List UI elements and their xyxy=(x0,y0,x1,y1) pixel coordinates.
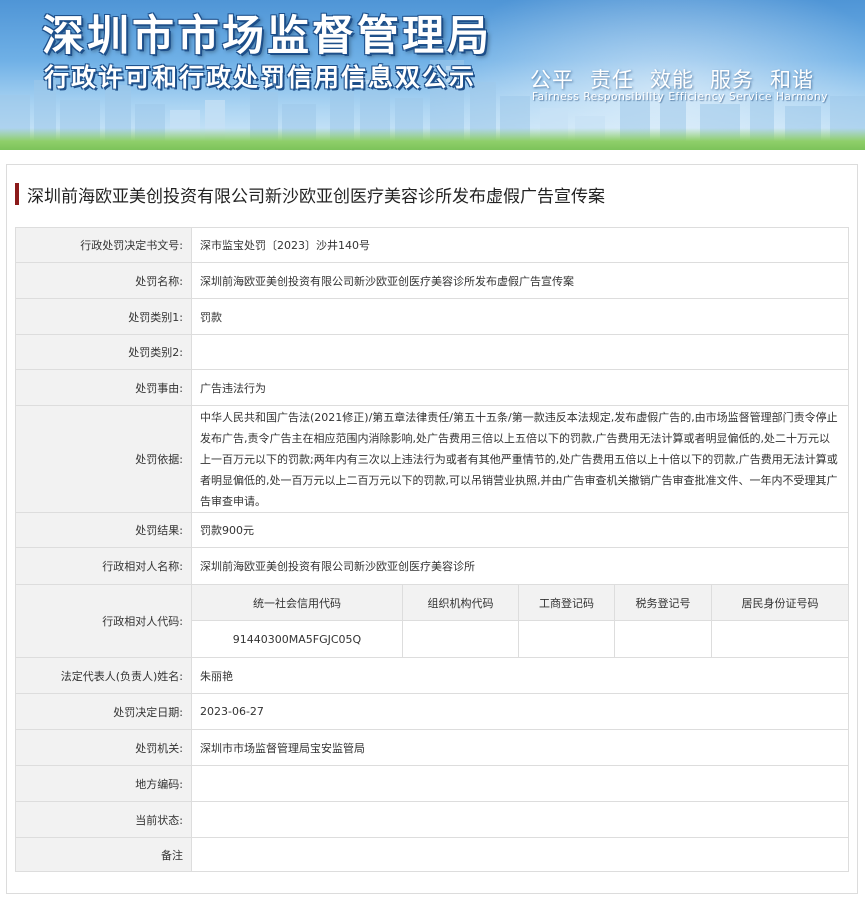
code-header-tax: 税务登记号 xyxy=(614,584,712,621)
table-row: 法定代表人(负责人)姓名: 朱丽艳 xyxy=(15,657,850,694)
code-value-tax xyxy=(614,620,712,658)
category1-value: 罚款 xyxy=(190,298,850,335)
category1-label: 处罚类别1: xyxy=(15,298,192,335)
table-row: 处罚结果: 罚款900元 xyxy=(15,512,850,548)
case-title: 深圳前海欧亚美创投资有限公司新沙欧亚创医疗美容诊所发布虚假广告宣传案 xyxy=(15,183,605,207)
motto-en: Fairness Responsibility Efficiency Servi… xyxy=(532,91,829,103)
table-row: 行政相对人代码: 统一社会信用代码 组织机构代码 工商登记码 税务登记号 居民身… xyxy=(15,584,850,658)
code-value-org xyxy=(402,620,519,658)
motto-cn: 公平 责任 效能 服务 和谐 xyxy=(530,64,814,94)
motto-word: 服务 xyxy=(710,68,754,92)
decision-no-label: 行政处罚决定书文号: xyxy=(15,227,192,263)
table-row: 处罚决定日期: 2023-06-27 xyxy=(15,693,850,730)
code-header-credit: 统一社会信用代码 xyxy=(191,584,403,621)
code-value-id xyxy=(710,620,850,658)
motto-word: 公平 xyxy=(530,68,574,92)
code-header-business: 工商登记码 xyxy=(518,584,615,621)
status-value xyxy=(190,801,850,838)
table-row: 当前状态: xyxy=(15,801,850,838)
decision-no-value: 深市监宝处罚〔2023〕沙井140号 xyxy=(190,227,850,263)
table-row: 处罚事由: 广告违法行为 xyxy=(15,369,850,406)
authority-value: 深圳市市场监督管理局宝安监管局 xyxy=(190,729,850,766)
table-row: 处罚依据: 中华人民共和国广告法(2021修正)/第五章法律责任/第五十五条/第… xyxy=(15,405,850,513)
result-label: 处罚结果: xyxy=(15,512,192,548)
motto-word: 责任 xyxy=(590,68,634,92)
category2-label: 处罚类别2: xyxy=(15,334,192,370)
party-name-label: 行政相对人名称: xyxy=(15,547,192,585)
party-name-value: 深圳前海欧亚美创投资有限公司新沙欧亚创医疗美容诊所 xyxy=(190,547,850,585)
case-info-table: 行政处罚决定书文号: 深市监宝处罚〔2023〕沙井140号 处罚名称: 深圳前海… xyxy=(15,227,850,872)
table-row: 处罚类别2: xyxy=(15,334,850,370)
case-detail-panel: 深圳前海欧亚美创投资有限公司新沙欧亚创医疗美容诊所发布虚假广告宣传案 行政处罚决… xyxy=(6,164,858,894)
table-row: 处罚机关: 深圳市市场监督管理局宝安监管局 xyxy=(15,729,850,766)
penalty-name-value: 深圳前海欧亚美创投资有限公司新沙欧亚创医疗美容诊所发布虚假广告宣传案 xyxy=(190,262,850,299)
legal-rep-label: 法定代表人(负责人)姓名: xyxy=(15,657,192,694)
basis-value: 中华人民共和国广告法(2021修正)/第五章法律责任/第五十五条/第一款违反本法… xyxy=(190,405,850,513)
site-title: 深圳市市场监督管理局 xyxy=(42,11,493,60)
table-row: 处罚名称: 深圳前海欧亚美创投资有限公司新沙欧亚创医疗美容诊所发布虚假广告宣传案 xyxy=(15,262,850,299)
region-code-value xyxy=(190,765,850,802)
category2-value xyxy=(190,334,850,370)
banner-grass xyxy=(0,128,865,150)
party-code-label: 行政相对人代码: xyxy=(15,584,192,658)
header-banner: 深圳市市场监督管理局 行政许可和行政处罚信用信息双公示 公平 责任 效能 服务 … xyxy=(0,0,865,150)
code-header-id: 居民身份证号码 xyxy=(710,584,850,621)
table-row: 备注 xyxy=(15,837,850,872)
result-value: 罚款900元 xyxy=(190,512,850,548)
decision-date-label: 处罚决定日期: xyxy=(15,693,192,730)
table-row: 行政处罚决定书文号: 深市监宝处罚〔2023〕沙井140号 xyxy=(15,227,850,263)
site-subtitle: 行政许可和行政处罚信用信息双公示 xyxy=(44,63,477,92)
decision-date-value: 2023-06-27 xyxy=(190,693,850,730)
reason-label: 处罚事由: xyxy=(15,369,192,406)
table-row: 地方编码: xyxy=(15,765,850,802)
legal-rep-value: 朱丽艳 xyxy=(190,657,850,694)
remark-value xyxy=(190,837,850,872)
authority-label: 处罚机关: xyxy=(15,729,192,766)
code-header-org: 组织机构代码 xyxy=(402,584,519,621)
status-label: 当前状态: xyxy=(15,801,192,838)
case-title-text: 深圳前海欧亚美创投资有限公司新沙欧亚创医疗美容诊所发布虚假广告宣传案 xyxy=(27,186,605,207)
reason-value: 广告违法行为 xyxy=(190,369,850,406)
code-value-business xyxy=(518,620,615,658)
remark-label: 备注 xyxy=(15,837,192,872)
table-row: 处罚类别1: 罚款 xyxy=(15,298,850,335)
basis-label: 处罚依据: xyxy=(15,405,192,513)
region-code-label: 地方编码: xyxy=(15,765,192,802)
code-value-credit: 91440300MA5FGJC05Q xyxy=(191,620,403,658)
motto-word: 和谐 xyxy=(770,68,814,92)
table-row: 行政相对人名称: 深圳前海欧亚美创投资有限公司新沙欧亚创医疗美容诊所 xyxy=(15,547,850,585)
motto-word: 效能 xyxy=(650,68,694,92)
penalty-name-label: 处罚名称: xyxy=(15,262,192,299)
title-accent-bar xyxy=(15,183,19,205)
